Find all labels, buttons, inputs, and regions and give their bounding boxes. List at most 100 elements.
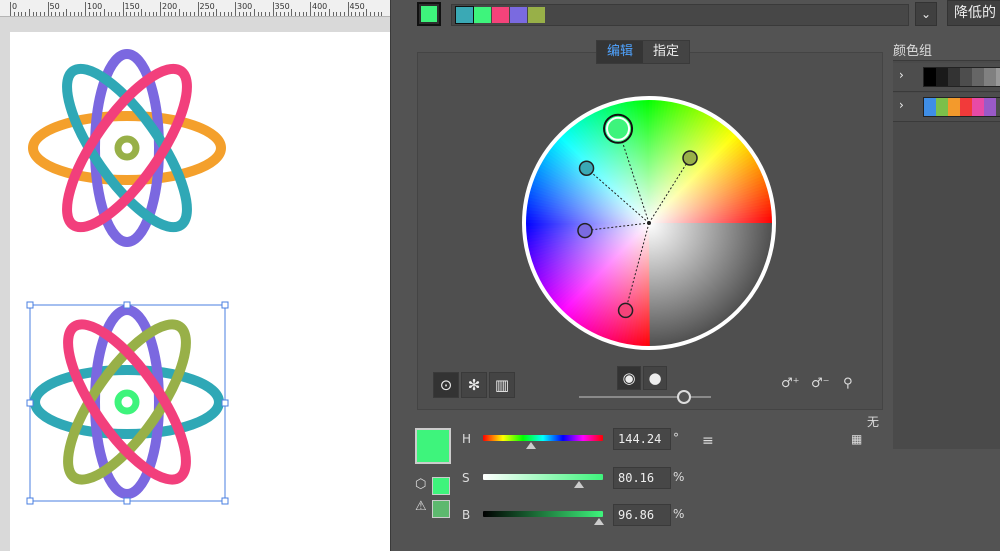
show-saturation-icon[interactable]: ◉ bbox=[617, 366, 641, 390]
ruler-tick bbox=[355, 12, 356, 16]
harmony-color-chip[interactable] bbox=[474, 7, 491, 23]
group-color-chip[interactable] bbox=[996, 68, 1000, 86]
chevron-right-icon[interactable]: › bbox=[899, 98, 904, 112]
base-color-marker[interactable] bbox=[606, 116, 631, 141]
web-safe-swatch[interactable] bbox=[432, 500, 450, 518]
group-color-chip[interactable] bbox=[960, 68, 972, 86]
harmony-color-chip[interactable] bbox=[492, 7, 509, 23]
harmony-color-marker[interactable] bbox=[578, 160, 595, 176]
group-color-chip[interactable] bbox=[984, 98, 996, 116]
channel-slider-thumb[interactable] bbox=[594, 518, 605, 525]
harmony-color-chip[interactable] bbox=[510, 7, 527, 23]
ruler-tick bbox=[246, 12, 248, 16]
channel-label: B bbox=[462, 508, 471, 522]
ruler-tick bbox=[362, 12, 364, 16]
ruler-tick bbox=[250, 12, 251, 16]
selection-handle[interactable] bbox=[221, 301, 229, 309]
in-gamut-swatch[interactable] bbox=[432, 477, 450, 495]
group-color-chip[interactable] bbox=[924, 68, 936, 86]
channel-value-input[interactable]: 80.16 bbox=[613, 467, 671, 489]
selection-handle[interactable] bbox=[26, 301, 34, 309]
horizontal-ruler[interactable]: 0 50 100 150 200 250 300 350 400 450 bbox=[0, 0, 390, 17]
chevron-right-icon[interactable]: › bbox=[899, 68, 904, 82]
ruler-tick bbox=[103, 9, 105, 16]
ruler-tick bbox=[302, 12, 304, 16]
list-item[interactable]: › bbox=[893, 63, 1000, 92]
selection-handle[interactable] bbox=[26, 497, 34, 505]
brightness-slider-track[interactable] bbox=[579, 396, 711, 398]
selection-handle[interactable] bbox=[221, 497, 229, 505]
channel-slider-track[interactable] bbox=[483, 435, 603, 441]
color-group-swatches[interactable] bbox=[923, 97, 1000, 117]
color-wheel-svg[interactable] bbox=[521, 95, 777, 351]
channel-slider-thumb[interactable] bbox=[574, 481, 584, 488]
active-color-well[interactable] bbox=[417, 2, 441, 26]
channel-slider-track[interactable] bbox=[483, 474, 603, 480]
selection-handle[interactable] bbox=[123, 301, 131, 309]
ruler-tick bbox=[306, 12, 308, 16]
group-color-chip[interactable] bbox=[936, 68, 948, 86]
tab-assign[interactable]: 指定 bbox=[643, 41, 689, 63]
ruler-tick bbox=[126, 12, 128, 16]
group-color-chip[interactable] bbox=[924, 98, 936, 116]
list-item[interactable]: › bbox=[893, 93, 1000, 122]
remove-color-tool-icon[interactable]: ♂⁻ bbox=[811, 376, 830, 391]
current-color-swatch[interactable] bbox=[415, 428, 451, 464]
ruler-tick bbox=[276, 12, 278, 16]
harmony-color-marker[interactable] bbox=[577, 222, 593, 239]
chevron-down-icon[interactable]: ⌄ bbox=[915, 2, 937, 26]
channel-unit: % bbox=[673, 470, 685, 484]
selection-handle[interactable] bbox=[26, 399, 34, 407]
add-color-tool-icon[interactable]: ♂⁺ bbox=[781, 376, 800, 391]
artboard[interactable] bbox=[10, 32, 390, 551]
artwork-svg bbox=[26, 49, 229, 505]
group-color-chip[interactable] bbox=[984, 68, 996, 86]
ruler-tick bbox=[377, 12, 379, 16]
link-harmony-icon[interactable]: ⚲ bbox=[843, 376, 853, 391]
canvas-area[interactable]: 0 50 100 150 200 250 300 350 400 450 bbox=[0, 0, 390, 551]
group-color-chip[interactable] bbox=[948, 68, 960, 86]
ruler-tick bbox=[160, 2, 161, 16]
selection-bounding-box[interactable] bbox=[26, 301, 229, 505]
ruler-tick bbox=[220, 12, 221, 16]
color-table-icon[interactable]: ▦ bbox=[851, 432, 862, 446]
selection-handle[interactable] bbox=[221, 399, 229, 407]
atom-icon-1[interactable] bbox=[28, 49, 226, 247]
ruler-tick bbox=[73, 12, 75, 16]
harmony-color-strip[interactable] bbox=[451, 4, 909, 26]
ruler-tick bbox=[291, 9, 293, 16]
harmony-color-chip[interactable] bbox=[528, 7, 545, 23]
ruler-tick bbox=[88, 12, 90, 16]
segmented-wheel-icon[interactable]: ✻ bbox=[461, 372, 487, 398]
group-color-chip[interactable] bbox=[960, 98, 972, 116]
channel-slider-track[interactable] bbox=[483, 511, 603, 517]
group-color-chip[interactable] bbox=[972, 68, 984, 86]
recolor-artwork-panel: ⌄ 降低的 编辑 指定 颜色组 › › ⊙ ✻ ▥ ◉ ● ♂⁺ ♂⁻ ⚲ ⬡ … bbox=[390, 0, 1000, 551]
atom-icon-2[interactable] bbox=[30, 305, 224, 499]
color-bars-icon[interactable]: ▥ bbox=[489, 372, 515, 398]
ruler-tick bbox=[208, 12, 210, 16]
color-wheel[interactable] bbox=[521, 95, 777, 351]
channel-value-input[interactable]: 144.24 bbox=[613, 428, 671, 450]
channel-value-input[interactable]: 96.86 bbox=[613, 504, 671, 526]
tab-edit[interactable]: 编辑 bbox=[597, 41, 644, 63]
atom2-orbit-horizontal bbox=[30, 365, 224, 439]
harmony-color-chip[interactable] bbox=[455, 6, 474, 24]
reduce-colors-button[interactable]: 降低的 bbox=[947, 0, 1000, 26]
ruler-tick bbox=[332, 12, 334, 16]
selection-handle[interactable] bbox=[123, 497, 131, 505]
group-color-chip[interactable] bbox=[972, 98, 984, 116]
harmony-color-marker[interactable] bbox=[617, 302, 634, 319]
color-group-swatches[interactable] bbox=[923, 67, 1000, 87]
ruler-tick bbox=[231, 12, 233, 16]
channel-slider-thumb[interactable] bbox=[526, 442, 536, 449]
ruler-tick bbox=[77, 12, 79, 16]
brightness-slider-thumb[interactable] bbox=[677, 390, 691, 404]
harmony-color-marker[interactable] bbox=[682, 150, 698, 166]
group-color-chip[interactable] bbox=[936, 98, 948, 116]
show-brightness-icon[interactable]: ● bbox=[643, 366, 667, 390]
ruler-tick bbox=[43, 12, 45, 16]
group-color-chip[interactable] bbox=[948, 98, 960, 116]
smooth-wheel-icon[interactable]: ⊙ bbox=[433, 372, 459, 398]
options-menu-icon[interactable]: ≡ bbox=[702, 433, 714, 449]
